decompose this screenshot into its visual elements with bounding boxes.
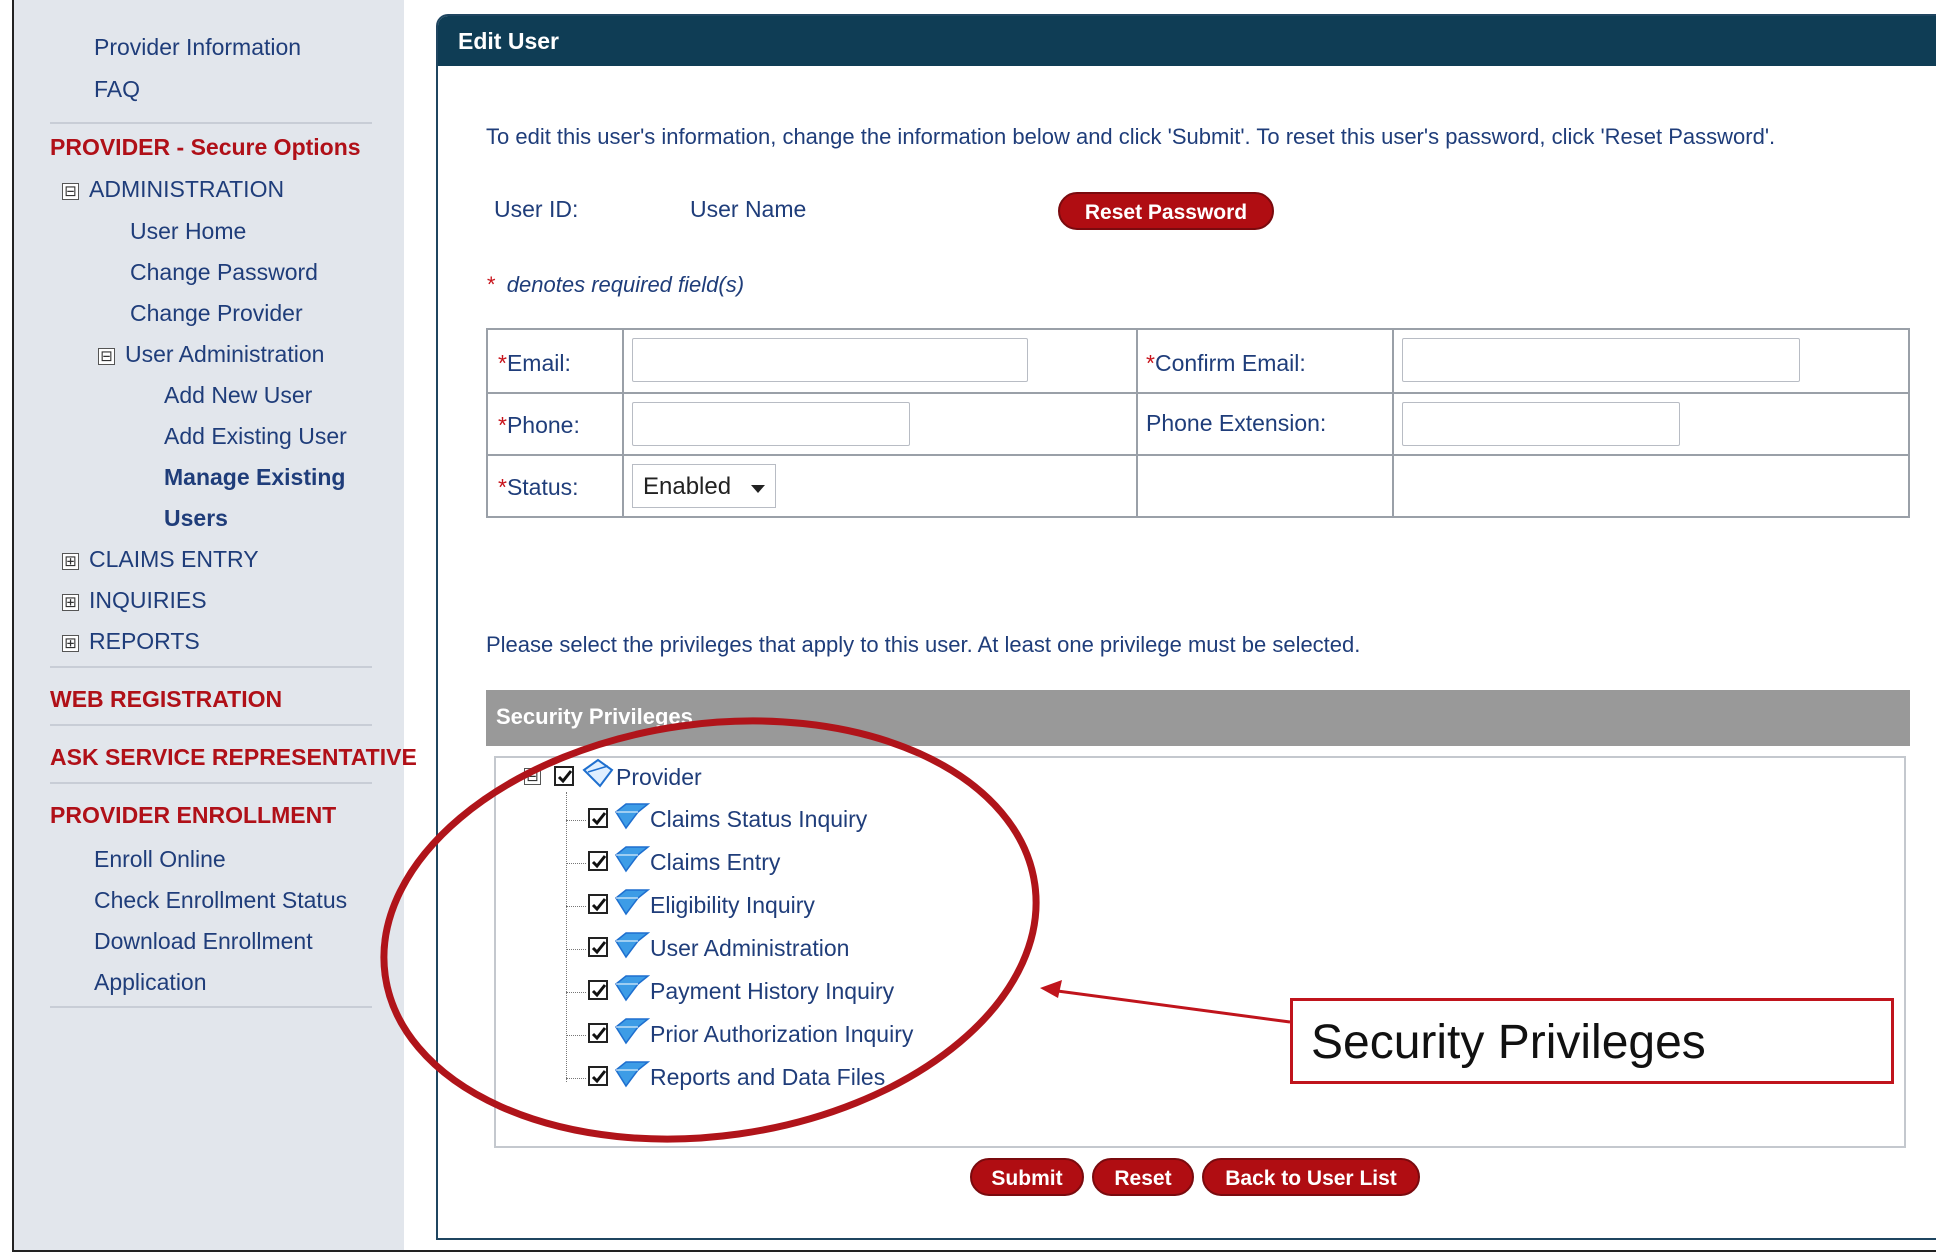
privileges-instructions: Please select the privileges that apply …: [486, 632, 1361, 657]
required-star: *: [498, 412, 507, 438]
required-star: *: [1146, 350, 1155, 376]
privilege-checkbox[interactable]: [588, 1023, 608, 1043]
table-divider: [1392, 330, 1394, 516]
privilege-checkbox[interactable]: [588, 937, 608, 957]
reset-password-button[interactable]: Reset Password: [1058, 192, 1274, 230]
privilege-checkbox[interactable]: [588, 980, 608, 1000]
user-name-label: User Name: [690, 196, 807, 222]
tree-connector: [566, 792, 567, 1082]
privilege-label[interactable]: User Administration: [650, 935, 849, 965]
checkbox-provider[interactable]: [554, 766, 574, 786]
privilege-checkbox[interactable]: [588, 851, 608, 871]
chevron-down-icon: [751, 485, 765, 493]
status-value: Enabled: [643, 473, 732, 500]
submit-button[interactable]: Submit: [970, 1158, 1084, 1196]
tree-connector: [566, 1035, 586, 1036]
confirm-email-label: *Confirm Email:: [1146, 350, 1306, 377]
required-note-text: denotes required field(s): [506, 272, 745, 297]
privilege-label[interactable]: Payment History Inquiry: [650, 978, 894, 1008]
tree-connector: [566, 906, 586, 907]
privilege-label[interactable]: Claims Entry: [650, 849, 780, 879]
table-divider: [622, 330, 624, 516]
phone-extension-field[interactable]: [1402, 402, 1680, 446]
phone-label: *Phone:: [498, 412, 580, 439]
privilege-checkbox[interactable]: [588, 894, 608, 914]
tree-label-provider[interactable]: Provider: [616, 764, 702, 794]
privilege-label[interactable]: Eligibility Inquiry: [650, 892, 815, 922]
required-star: *: [486, 272, 495, 297]
phone-extension-label: Phone Extension:: [1146, 410, 1327, 436]
status-label: *Status:: [498, 474, 579, 501]
security-privileges-header: Security Privileges: [486, 690, 1910, 746]
edit-instructions: To edit this user's information, change …: [486, 124, 1776, 149]
email-label-text: Email:: [506, 350, 571, 376]
tree-connector: [566, 1078, 586, 1079]
privilege-label[interactable]: Reports and Data Files: [650, 1064, 885, 1094]
phone-field[interactable]: [632, 402, 910, 446]
status-label-text: Status:: [506, 474, 579, 500]
confirm-email-label-text: Confirm Email:: [1154, 350, 1306, 376]
panel-title: Edit User: [438, 16, 1936, 66]
email-field[interactable]: [632, 338, 1028, 382]
privilege-diamond-icon: [615, 889, 650, 916]
table-divider: [488, 392, 1908, 394]
privilege-diamond-icon: [615, 975, 650, 1002]
tree-connector: [566, 992, 586, 993]
back-to-user-list-button[interactable]: Back to User List: [1202, 1158, 1420, 1196]
phone-label-text: Phone:: [506, 412, 580, 438]
required-star: *: [498, 474, 507, 500]
required-star: *: [498, 350, 507, 376]
privilege-checkbox[interactable]: [588, 808, 608, 828]
user-details-table: *Email: *Confirm Email: *Phone: Phone Ex…: [486, 328, 1910, 518]
table-divider: [488, 454, 1908, 456]
security-privileges-callout: Security Privileges: [1290, 998, 1894, 1084]
privilege-label[interactable]: Claims Status Inquiry: [650, 806, 867, 836]
status-select[interactable]: Enabled: [632, 464, 776, 508]
privilege-checkbox[interactable]: [588, 1066, 608, 1086]
privilege-diamond-icon: [615, 932, 650, 959]
privilege-diamond-icon: [615, 1018, 650, 1045]
table-divider: [1136, 330, 1138, 516]
email-label: *Email:: [498, 350, 571, 377]
tree-connector: [566, 949, 586, 950]
privilege-diamond-icon: [615, 846, 650, 873]
tree-connector: [566, 820, 586, 821]
privilege-diamond-icon: [615, 803, 650, 830]
collapse-icon[interactable]: ⊟: [524, 768, 541, 785]
tree-connector: [566, 863, 586, 864]
confirm-email-field[interactable]: [1402, 338, 1800, 382]
user-id-label: User ID:: [494, 196, 579, 222]
privilege-diamond-icon: [615, 1061, 650, 1088]
required-fields-note: * denotes required field(s): [486, 272, 744, 298]
reset-button[interactable]: Reset: [1092, 1158, 1194, 1196]
privilege-label[interactable]: Prior Authorization Inquiry: [650, 1021, 913, 1051]
provider-icon: [582, 758, 614, 788]
